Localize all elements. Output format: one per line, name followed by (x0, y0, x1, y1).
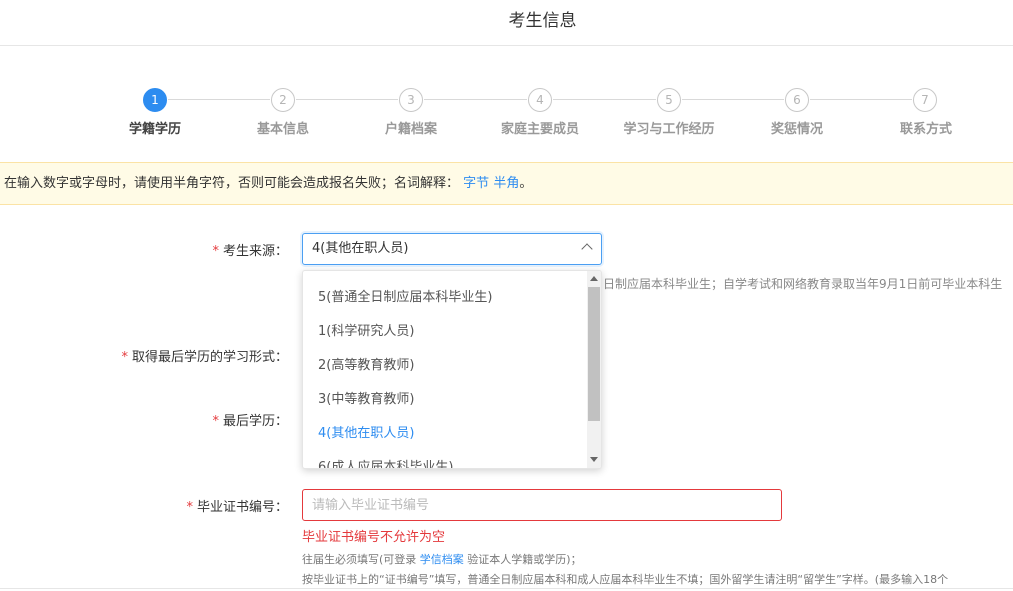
source-label-text: 考生来源： (222, 244, 288, 259)
step-7-circle[interactable]: 7 (913, 88, 937, 112)
step-5-label[interactable]: 学习与工作经历 (599, 118, 739, 137)
byte-link[interactable]: 字节 (463, 176, 489, 191)
bottom-divider (0, 588, 1013, 589)
dropdown-option[interactable]: 1(科学研究人员) (318, 320, 414, 339)
step-connector (296, 99, 398, 100)
dropdown-option[interactable]: 3(中等教育教师) (318, 388, 414, 407)
hint-text: 往届生必须填写(可登录 (302, 553, 420, 566)
last-degree-label-text: 最后学历： (222, 414, 288, 429)
halfwidth-notice: 在输入数字或字母时，请使用半角字符，否则可能会造成报名失败；名词解释： 字节 半… (0, 162, 1013, 205)
step-6-label[interactable]: 奖惩情况 (727, 118, 867, 137)
dropdown-option[interactable]: 6(成人应届本科毕业生) (318, 456, 453, 468)
step-4-label[interactable]: 家庭主要成员 (470, 118, 610, 137)
required-mark: * (212, 244, 219, 259)
halfwidth-link[interactable]: 半角 (493, 176, 519, 191)
step-4-circle[interactable]: 4 (528, 88, 552, 112)
scroll-down-arrow-icon[interactable] (590, 457, 598, 462)
scrollbar-thumb[interactable] (588, 287, 600, 421)
last-degree-label: * 最后学历： (212, 410, 288, 429)
study-form-label: * 取得最后学历的学习形式： (121, 346, 288, 365)
notice-text: 在输入数字或字母时，请使用半角字符，否则可能会造成报名失败；名词解释： (4, 176, 460, 191)
required-mark: * (212, 414, 219, 429)
step-1-label[interactable]: 学籍学历 (85, 118, 225, 137)
step-3-label[interactable]: 户籍档案 (341, 118, 481, 137)
cert-error-message: 毕业证书编号不允许为空 (302, 530, 446, 545)
required-mark: * (121, 350, 128, 365)
scroll-up-arrow-icon[interactable] (590, 276, 598, 281)
xuexin-archive-link[interactable]: 学信档案 (420, 553, 464, 566)
step-connector (168, 99, 270, 100)
step-3-circle[interactable]: 3 (399, 88, 423, 112)
cert-number-input[interactable] (302, 489, 782, 521)
step-connector (424, 99, 527, 100)
dropdown-option-selected[interactable]: 4(其他在职人员) (318, 422, 414, 441)
source-select-value: 4(其他在职人员) (312, 241, 409, 256)
page-title: 考生信息 (508, 11, 577, 31)
cert-label-text: 毕业证书编号： (196, 500, 288, 515)
source-hint: 日制应届本科毕业生；自学考试和网络教育录取当年9月1日前可毕业本科生 (603, 277, 1003, 291)
step-connector (553, 99, 656, 100)
source-label: * 考生来源： (212, 240, 288, 259)
dropdown-scrollbar[interactable] (587, 271, 601, 468)
step-connector (682, 99, 784, 100)
step-connector (810, 99, 912, 100)
source-dropdown[interactable]: 5(普通全日制应届本科毕业生) 1(科学研究人员) 2(高等教育教师) 3(中等… (302, 270, 602, 469)
notice-end: 。 (519, 176, 533, 191)
dropdown-option[interactable]: 5(普通全日制应届本科毕业生) (318, 286, 492, 305)
cert-hint-1: 往届生必须填写(可登录 学信档案 验证本人学籍或学历)； (302, 551, 582, 567)
source-select[interactable]: 4(其他在职人员) (302, 233, 602, 265)
chevron-up-icon (581, 243, 593, 255)
step-6-circle[interactable]: 6 (785, 88, 809, 112)
cert-label: * 毕业证书编号： (186, 496, 288, 515)
hint-text: 验证本人学籍或学历)； (463, 553, 582, 566)
step-2-label[interactable]: 基本信息 (213, 118, 353, 137)
cert-hint-2: 按毕业证书上的“证书编号”填写，普通全日制应届本科和成人应届本科毕业生不填；国外… (302, 573, 949, 586)
step-1-circle[interactable]: 1 (143, 88, 167, 112)
required-mark: * (186, 500, 193, 515)
study-form-label-text: 取得最后学历的学习形式： (131, 350, 288, 365)
header-divider (0, 45, 1013, 46)
step-5-circle[interactable]: 5 (657, 88, 681, 112)
step-2-circle[interactable]: 2 (271, 88, 295, 112)
step-7-label[interactable]: 联系方式 (856, 118, 996, 137)
dropdown-option[interactable]: 2(高等教育教师) (318, 354, 414, 373)
